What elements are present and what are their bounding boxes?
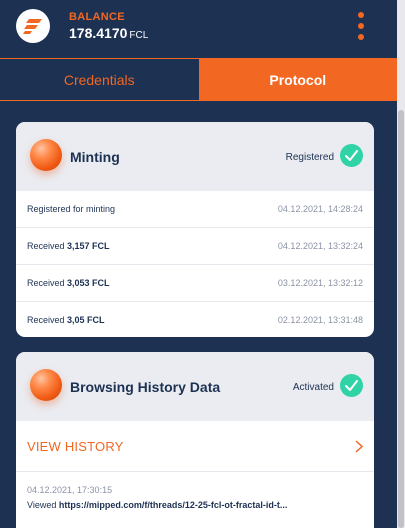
kebab-menu-icon[interactable] xyxy=(353,12,369,40)
history-entry: 04.12.2021, 17:30:15 Viewed https://mipp… xyxy=(16,472,374,528)
row-date: 02.12.2021, 13:31:48 xyxy=(277,315,363,325)
list-item: Received 3,157 FCL 04.12.2021, 13:32:24 xyxy=(16,228,374,265)
browsing-title: Browsing History Data xyxy=(70,379,221,395)
app-window: BALANCE 178.4170 FCL Credentials Protocol… xyxy=(0,0,397,528)
list-item: Received 3,05 FCL 02.12.2021, 13:31:48 xyxy=(16,302,374,337)
balance-unit: FCL xyxy=(129,30,149,41)
row-label: Received 3,05 FCL xyxy=(27,315,105,325)
history-url-link[interactable]: https://mipped.com/f/threads/12-25-fcl-o… xyxy=(59,500,288,510)
minting-status: Registered xyxy=(285,152,334,163)
minting-card-header: Minting Registered xyxy=(16,122,374,191)
minting-title: Minting xyxy=(70,149,120,165)
row-label: Received 3,157 FCL xyxy=(27,241,110,251)
row-label: Received 3,053 FCL xyxy=(27,278,110,288)
fractal-logo-icon xyxy=(16,9,50,43)
scrollbar-thumb[interactable] xyxy=(398,110,404,528)
balance-amount: 178.4170 FCL xyxy=(69,25,148,41)
view-history-button[interactable]: VIEW HISTORY xyxy=(16,421,374,472)
tab-bar: Credentials Protocol xyxy=(0,58,397,101)
row-date: 04.12.2021, 13:32:24 xyxy=(277,241,363,251)
check-circle-icon xyxy=(340,144,363,167)
balance-value: 178.4170 xyxy=(69,25,128,41)
tab-credentials[interactable]: Credentials xyxy=(0,59,199,100)
history-url-line: Viewed https://mipped.com/f/threads/12-2… xyxy=(27,500,288,510)
tab-protocol[interactable]: Protocol xyxy=(198,59,397,100)
chevron-right-icon xyxy=(355,440,363,453)
orb-icon xyxy=(30,139,62,171)
view-history-label: VIEW HISTORY xyxy=(27,439,124,454)
list-item: Received 3,053 FCL 03.12.2021, 13:32:12 xyxy=(16,265,374,302)
header: BALANCE 178.4170 FCL xyxy=(0,0,397,56)
orb-icon xyxy=(30,369,62,401)
check-circle-icon xyxy=(340,374,363,397)
browsing-card-header: Browsing History Data Activated xyxy=(16,352,374,421)
balance-label: BALANCE xyxy=(69,11,125,23)
minting-card: Minting Registered Registered for mintin… xyxy=(16,122,374,337)
row-label: Registered for minting xyxy=(27,204,116,214)
history-date: 04.12.2021, 17:30:15 xyxy=(27,485,113,495)
row-date: 04.12.2021, 14:28:24 xyxy=(277,204,363,214)
list-item: Registered for minting 04.12.2021, 14:28… xyxy=(16,191,374,228)
row-date: 03.12.2021, 13:32:12 xyxy=(277,278,363,288)
browsing-status: Activated xyxy=(292,382,334,393)
scrollbar[interactable] xyxy=(397,0,405,528)
browsing-history-card: Browsing History Data Activated VIEW HIS… xyxy=(16,352,374,528)
